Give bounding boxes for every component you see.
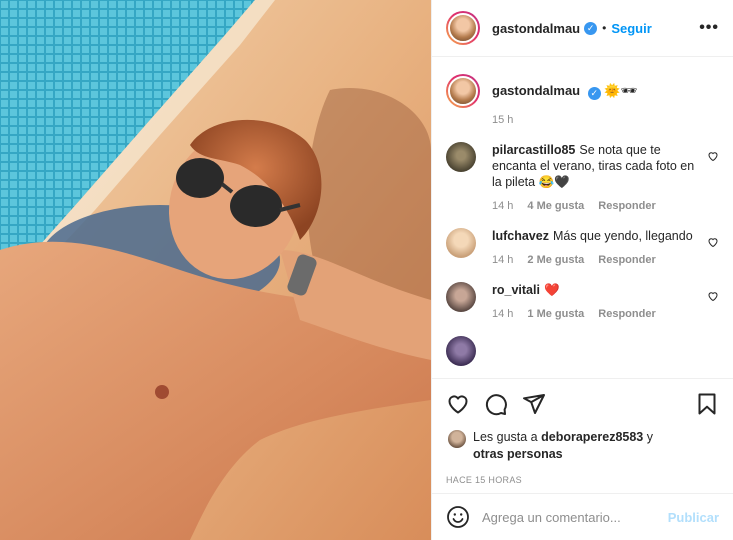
caption: gastondalmau ✓ 🌞🕶 15 h (446, 58, 719, 126)
heart-icon[interactable] (446, 392, 470, 416)
follow-button[interactable]: Seguir (611, 21, 651, 36)
post-photo[interactable] (0, 0, 431, 540)
commenter-avatar[interactable] (446, 336, 476, 366)
comment-item: lufchavez Más que yendo, llegando 14 h 2 … (446, 228, 719, 266)
reply-button[interactable]: Responder (598, 308, 655, 320)
more-options-icon[interactable]: ••• (699, 19, 719, 37)
comment-text: ❤️ (543, 283, 560, 297)
publish-button[interactable]: Publicar (668, 510, 719, 525)
heart-icon[interactable] (707, 290, 719, 302)
author-username[interactable]: gastondalmau (492, 21, 580, 36)
comment-time: 14 h (492, 254, 514, 266)
commenter-avatar[interactable] (446, 228, 476, 258)
caption-text: 🌞🕶 (604, 83, 638, 98)
commenter-avatar[interactable] (446, 282, 476, 312)
comment-item: ro_vitali ❤️ 14 h 1 Me gusta Responder (446, 282, 719, 320)
comment-input[interactable] (482, 509, 668, 525)
other-likers-link[interactable]: otras personas (473, 447, 563, 461)
comment-text: Más que yendo, llegando (552, 229, 693, 243)
likes-prefix: Les gusta a (473, 430, 538, 444)
post-header: gastondalmau ✓ • Seguir ••• (432, 0, 733, 57)
comment-likes[interactable]: 4 Me gusta (527, 200, 584, 212)
action-icons-row (446, 379, 719, 429)
comment-likes[interactable]: 2 Me gusta (527, 254, 584, 266)
liker-avatar[interactable] (448, 430, 466, 448)
comment-item-partial (446, 336, 719, 366)
paper-plane-icon[interactable] (522, 392, 546, 416)
post-side-panel: gastondalmau ✓ • Seguir ••• gastondalmau… (431, 0, 733, 540)
author-avatar[interactable] (446, 11, 480, 45)
heart-icon[interactable] (707, 236, 719, 248)
add-comment-bar: Publicar (432, 493, 733, 540)
caption-username[interactable]: gastondalmau (492, 83, 580, 98)
commenter-username[interactable]: lufchavez (492, 229, 549, 243)
comment-likes[interactable]: 1 Me gusta (527, 308, 584, 320)
post-time-ago[interactable]: HACE 15 HORAS (446, 475, 719, 485)
caption-author-avatar[interactable] (446, 74, 480, 108)
comment-item: pilarcastillo85 Se nota que te encanta el… (446, 142, 719, 212)
comments-list[interactable]: gastondalmau ✓ 🌞🕶 15 h pilarcastillo85 Se… (432, 58, 733, 378)
comment-bubble-icon[interactable] (484, 392, 508, 416)
comment-time: 14 h (492, 308, 514, 320)
comment-time: 14 h (492, 200, 514, 212)
verified-badge-icon: ✓ (587, 87, 601, 100)
smiley-icon[interactable] (446, 505, 470, 529)
bookmark-icon[interactable] (695, 392, 719, 416)
heart-icon[interactable] (707, 150, 719, 162)
post-actions: Les gusta a deboraperez8583 y otras pers… (432, 378, 733, 485)
reply-button[interactable]: Responder (598, 254, 655, 266)
commenter-username[interactable]: ro_vitali (492, 283, 540, 297)
commenter-username[interactable]: pilarcastillo85 (492, 143, 575, 157)
verified-badge-icon: ✓ (584, 21, 598, 35)
caption-time: 15 h (492, 114, 514, 126)
likes-suffix: y (646, 430, 653, 444)
post-image (0, 0, 431, 540)
commenter-avatar[interactable] (446, 142, 476, 172)
dot-separator: • (602, 21, 607, 35)
likes-summary: Les gusta a deboraperez8583 y otras pers… (446, 429, 719, 463)
liker-username[interactable]: deboraperez8583 (541, 430, 643, 444)
reply-button[interactable]: Responder (598, 200, 655, 212)
